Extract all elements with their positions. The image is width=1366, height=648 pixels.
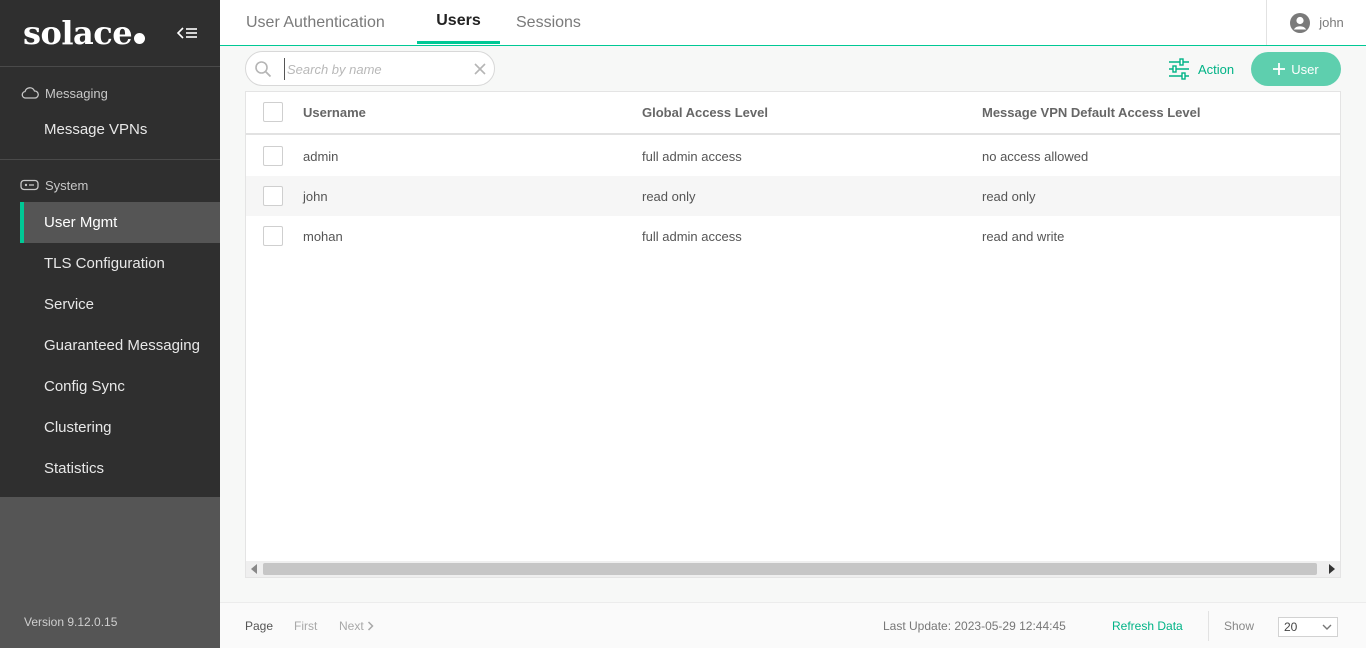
sidebar-item-label: Guaranteed Messaging xyxy=(44,337,200,354)
sidebar-item-clustering[interactable]: Clustering xyxy=(20,407,220,448)
table-row[interactable]: mohan full admin access read and write xyxy=(246,216,1340,256)
sidebar-item-guaranteed-messaging[interactable]: Guaranteed Messaging xyxy=(20,325,220,366)
sidebar-item-message-vpns[interactable]: Message VPNs xyxy=(20,109,220,150)
search-box xyxy=(245,51,495,86)
scrollbar-thumb[interactable] xyxy=(263,563,1317,575)
chevron-down-icon xyxy=(1322,624,1332,630)
search-input[interactable] xyxy=(284,58,464,80)
user-menu[interactable]: john xyxy=(1266,0,1366,45)
sidebar-item-statistics[interactable]: Statistics xyxy=(20,448,220,489)
next-page-link[interactable]: Next xyxy=(339,603,374,648)
cell-vpn-default-access: no access allowed xyxy=(982,148,1089,164)
tab-label: Users xyxy=(436,11,481,29)
cell-username: admin xyxy=(303,148,339,164)
tab-sessions[interactable]: Sessions xyxy=(516,0,581,45)
page-size-select[interactable]: 20 xyxy=(1278,617,1338,637)
row-checkbox[interactable] xyxy=(263,226,283,246)
next-label: Next xyxy=(339,619,364,633)
cell-global-access: full admin access xyxy=(642,228,742,244)
sidebar-item-label: Service xyxy=(44,296,95,313)
refresh-data-link[interactable]: Refresh Data xyxy=(1112,603,1183,648)
user-avatar-icon xyxy=(1290,12,1311,33)
system-icon xyxy=(20,179,39,191)
sidebar-item-label: Statistics xyxy=(44,460,105,477)
user-name: john xyxy=(1319,15,1344,30)
sidebar-item-label: User Mgmt xyxy=(44,214,118,231)
add-user-button[interactable]: User xyxy=(1251,52,1341,86)
cell-username: john xyxy=(303,188,328,204)
cell-vpn-default-access: read only xyxy=(982,188,1036,204)
page-label: Page xyxy=(245,619,274,633)
sidebar-item-label: TLS Configuration xyxy=(44,255,165,272)
cell-global-access: read only xyxy=(642,188,696,204)
select-all-checkbox[interactable] xyxy=(263,102,283,122)
tab-users[interactable]: Users xyxy=(417,0,500,44)
top-tab-bar: User Authentication Users Sessions john xyxy=(220,0,1366,46)
users-table: Username Global Access Level Message VPN… xyxy=(245,91,1341,578)
tab-label: User Authentication xyxy=(246,13,385,31)
last-update-text: Last Update: 2023-05-29 12:44:45 xyxy=(883,619,1066,633)
column-header-global-access-level[interactable]: Global Access Level xyxy=(642,92,768,133)
solace-logo: solace xyxy=(23,14,146,52)
horizontal-scrollbar[interactable] xyxy=(246,561,1340,577)
column-header-vpn-default-access-level[interactable]: Message VPN Default Access Level xyxy=(982,92,1200,133)
action-label: Action xyxy=(1198,61,1235,77)
footer-divider xyxy=(1208,611,1209,641)
collapse-sidebar-icon[interactable] xyxy=(176,24,198,42)
plus-icon xyxy=(1273,63,1286,75)
section-label-messaging: Messaging xyxy=(45,85,108,101)
cell-global-access: full admin access xyxy=(642,148,742,164)
column-header-username[interactable]: Username xyxy=(303,92,366,133)
logo-row: solace xyxy=(0,0,220,67)
first-page-link[interactable]: First xyxy=(294,603,317,648)
section-messaging: Messaging xyxy=(20,83,108,103)
table-row[interactable]: john read only read only xyxy=(246,176,1340,216)
table-row[interactable]: admin full admin access no access allowe… xyxy=(246,136,1340,176)
pagination-footer: Page First Next Last Update: 2023-05-29 … xyxy=(220,602,1366,648)
tab-user-authentication[interactable]: User Authentication xyxy=(246,0,385,45)
section-label-system: System xyxy=(45,177,89,193)
scroll-left-icon[interactable] xyxy=(251,564,257,574)
sidebar-item-service[interactable]: Service xyxy=(20,284,220,325)
page-size-value: 20 xyxy=(1284,620,1298,634)
cloud-icon xyxy=(21,87,39,99)
sidebar-nav-panel: solace Messaging Message VPNs System Use… xyxy=(0,0,220,497)
sidebar: solace Messaging Message VPNs System Use… xyxy=(0,0,220,648)
version-label: Version 9.12.0.15 xyxy=(24,615,118,629)
cell-vpn-default-access: read and write xyxy=(982,228,1065,244)
sliders-icon xyxy=(1169,58,1189,80)
sidebar-item-label: Config Sync xyxy=(44,378,125,395)
section-system: System xyxy=(20,175,88,195)
sidebar-item-config-sync[interactable]: Config Sync xyxy=(20,366,220,407)
cell-username: mohan xyxy=(303,228,343,244)
sidebar-item-label: Clustering xyxy=(44,419,112,436)
chevron-right-icon xyxy=(367,621,374,631)
action-button[interactable]: Action xyxy=(1168,58,1234,80)
clear-search-icon[interactable] xyxy=(472,61,488,77)
search-icon xyxy=(255,61,272,78)
show-label: Show xyxy=(1224,619,1255,633)
table-header: Username Global Access Level Message VPN… xyxy=(246,92,1340,135)
scroll-right-icon[interactable] xyxy=(1329,564,1335,574)
add-user-label: User xyxy=(1291,61,1319,77)
sidebar-item-label: Message VPNs xyxy=(44,121,148,138)
row-checkbox[interactable] xyxy=(263,186,283,206)
row-checkbox[interactable] xyxy=(263,146,283,166)
tab-label: Sessions xyxy=(516,13,581,31)
sidebar-divider xyxy=(0,159,220,160)
sidebar-item-user-mgmt[interactable]: User Mgmt xyxy=(20,202,220,243)
sidebar-item-tls-configuration[interactable]: TLS Configuration xyxy=(20,243,220,284)
